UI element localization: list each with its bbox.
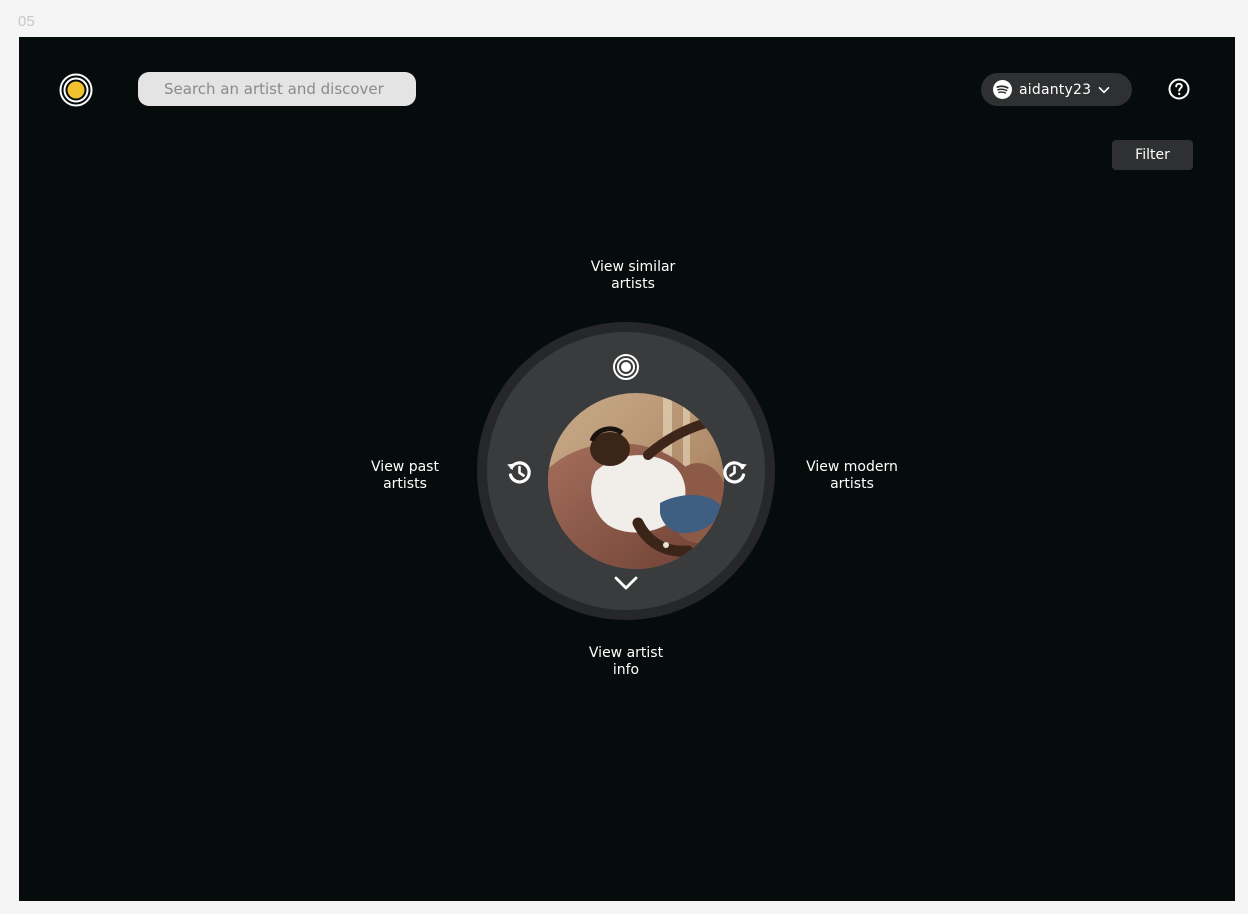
- artist-photo-image: [548, 393, 724, 569]
- view-modern-line1: View modern: [806, 459, 898, 475]
- view-past-artists-label[interactable]: View past artists: [335, 459, 475, 493]
- artist-wheel-inner: [487, 332, 765, 610]
- spotify-icon: [993, 80, 1012, 99]
- radar-logo-icon[interactable]: [59, 73, 93, 107]
- frame-label: 05: [18, 13, 35, 30]
- view-info-line2: info: [612, 662, 640, 678]
- view-info-line1: View artist: [588, 645, 664, 661]
- chevron-down-icon: [1098, 86, 1110, 93]
- account-dropdown[interactable]: aidanty23: [981, 73, 1132, 106]
- view-modern-line2: artists: [830, 476, 874, 492]
- view-similar-artists-label[interactable]: View similar artists: [563, 259, 703, 293]
- chevron-down-icon[interactable]: [612, 572, 640, 594]
- view-artist-info-label[interactable]: View artist info: [556, 645, 696, 679]
- view-past-line2: artists: [383, 476, 427, 492]
- filter-button[interactable]: Filter: [1112, 140, 1193, 170]
- view-modern-artists-label[interactable]: View modern artists: [782, 459, 922, 493]
- app-canvas: aidanty23 Filter View similar artists Vi…: [19, 37, 1235, 901]
- clock-forward-icon[interactable]: [721, 458, 749, 486]
- radar-icon[interactable]: [612, 353, 640, 381]
- search-input[interactable]: [138, 72, 416, 106]
- artist-wheel: [477, 322, 775, 620]
- artist-photo[interactable]: [548, 393, 724, 569]
- help-circle-icon[interactable]: [1167, 77, 1191, 101]
- view-past-line1: View past: [371, 459, 439, 475]
- view-similar-line2: artists: [611, 276, 655, 292]
- account-username: aidanty23: [1019, 81, 1092, 98]
- view-similar-line1: View similar: [590, 259, 676, 275]
- history-icon[interactable]: [505, 458, 533, 486]
